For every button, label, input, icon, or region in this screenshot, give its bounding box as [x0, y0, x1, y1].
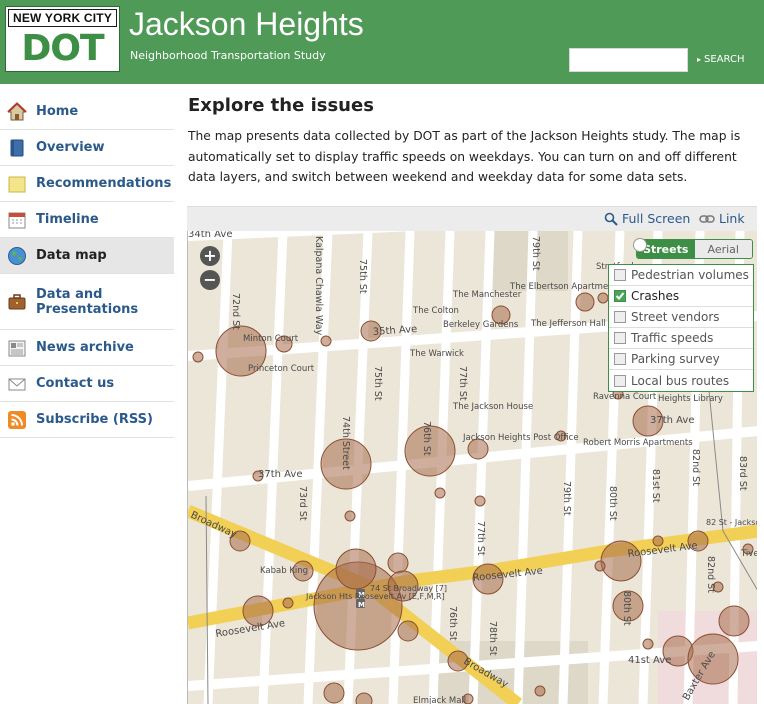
- sidebar-item-label: News archive: [36, 340, 134, 355]
- sidebar-item-contact-us[interactable]: Contact us: [0, 366, 174, 402]
- site-title[interactable]: Jackson Heights: [129, 4, 364, 44]
- checkbox[interactable]: [614, 332, 626, 344]
- search-button-label: SEARCH: [704, 54, 745, 65]
- layer-crashes[interactable]: Crashes: [609, 286, 753, 307]
- logo-top-text: NEW YORK CITY: [8, 9, 117, 27]
- search-input[interactable]: [569, 48, 688, 72]
- sidebar-item-subscribe-rss[interactable]: Subscribe (RSS): [0, 402, 174, 438]
- layer-label: Traffic speeds: [631, 331, 714, 345]
- map-toolbar: Full Screen Link: [187, 206, 757, 231]
- sidebar-item-label: Home: [36, 104, 79, 119]
- layer-local-bus-routes[interactable]: Local bus routes: [609, 370, 753, 391]
- svg-text:M: M: [358, 601, 365, 609]
- site-subtitle: Neighborhood Transportation Study: [130, 49, 326, 62]
- full-screen-link[interactable]: Full Screen: [604, 211, 690, 226]
- sidebar-item-recommendations[interactable]: Recommendations: [0, 166, 174, 202]
- aerial-view-button[interactable]: Aerial: [694, 240, 752, 258]
- sidebar-item-overview[interactable]: Overview: [0, 130, 174, 166]
- layer-label: Street vendors: [631, 310, 720, 324]
- checkbox[interactable]: [614, 353, 626, 365]
- magnifier-icon: [604, 212, 618, 226]
- sidebar-item-home[interactable]: Home: [0, 94, 174, 130]
- sidebar-item-data-map[interactable]: Data map: [0, 238, 174, 274]
- sidebar-item-label: Data map: [36, 248, 107, 263]
- nyc-dot-logo[interactable]: NEW YORK CITY DOT: [5, 6, 120, 72]
- map-view-toggle[interactable]: Streets Aerial: [636, 239, 753, 259]
- chevron-right-icon: ▸: [697, 55, 702, 64]
- checkbox[interactable]: [614, 374, 626, 387]
- logo-dot: DOT: [9, 29, 116, 69]
- sidebar-nav: Home Overview Recommendations Timeline D…: [0, 94, 174, 438]
- sidebar-item-label: Data and Presentations: [36, 286, 139, 317]
- site-header: NEW YORK CITY DOT Jackson Heights Neighb…: [0, 0, 764, 84]
- sidebar-item-label: Contact us: [36, 376, 115, 391]
- toggle-knob[interactable]: [633, 238, 647, 252]
- map-link[interactable]: Link: [699, 211, 745, 226]
- briefcase-icon: [6, 291, 28, 313]
- page-title: Explore the issues: [188, 95, 374, 116]
- layer-parking-survey[interactable]: Parking survey: [609, 349, 753, 370]
- full-screen-label: Full Screen: [622, 211, 691, 226]
- zoom-in-button[interactable]: +: [200, 246, 220, 266]
- svg-text:M: M: [358, 591, 365, 599]
- checkbox[interactable]: [614, 269, 626, 281]
- sidebar-item-news-archive[interactable]: News archive: [0, 330, 174, 366]
- calendar-icon: [6, 209, 28, 231]
- checkmark-icon: [615, 292, 625, 300]
- house-icon: [6, 101, 28, 123]
- layer-label: Pedestrian volumes: [631, 268, 749, 282]
- layer-traffic-speeds[interactable]: Traffic speeds: [609, 328, 753, 349]
- rss-icon: [6, 409, 28, 431]
- globe-icon: [6, 245, 28, 267]
- book-icon: [6, 137, 28, 159]
- zoom-out-button[interactable]: −: [200, 270, 220, 290]
- layer-street-vendors[interactable]: Street vendors: [609, 307, 753, 328]
- sidebar-item-label: Timeline: [36, 212, 99, 227]
- layer-label: Crashes: [631, 289, 680, 303]
- layer-label: Parking survey: [631, 352, 720, 366]
- chain-link-icon: [699, 214, 715, 223]
- logo-main-text: DOT: [21, 28, 104, 69]
- data-map[interactable]: M M 34th Ave 35th Ave 37th Ave 37th Ave …: [187, 231, 757, 704]
- sidebar-item-label: Recommendations: [36, 176, 172, 191]
- checkbox[interactable]: [614, 290, 626, 302]
- sidebar-item-timeline[interactable]: Timeline: [0, 202, 174, 238]
- link-label: Link: [719, 211, 745, 226]
- subway-marker-icon: M M: [356, 589, 365, 609]
- layer-label: Local bus routes: [631, 373, 730, 388]
- note-icon: [6, 173, 28, 195]
- sidebar-item-label: Subscribe (RSS): [36, 412, 153, 427]
- layer-pedestrian-volumes[interactable]: Pedestrian volumes: [609, 265, 753, 286]
- sidebar-item-data-and-presentations[interactable]: Data and Presentations: [0, 274, 174, 330]
- checkbox[interactable]: [614, 311, 626, 323]
- envelope-icon: [6, 373, 28, 395]
- intro-paragraph: The map presents data collected by DOT a…: [188, 129, 741, 185]
- layer-panel: Pedestrian volumes Crashes Street vendor…: [608, 264, 754, 392]
- sidebar-item-label: Overview: [36, 140, 105, 155]
- newspaper-icon: [6, 337, 28, 359]
- search-button[interactable]: ▸ SEARCH: [697, 54, 744, 65]
